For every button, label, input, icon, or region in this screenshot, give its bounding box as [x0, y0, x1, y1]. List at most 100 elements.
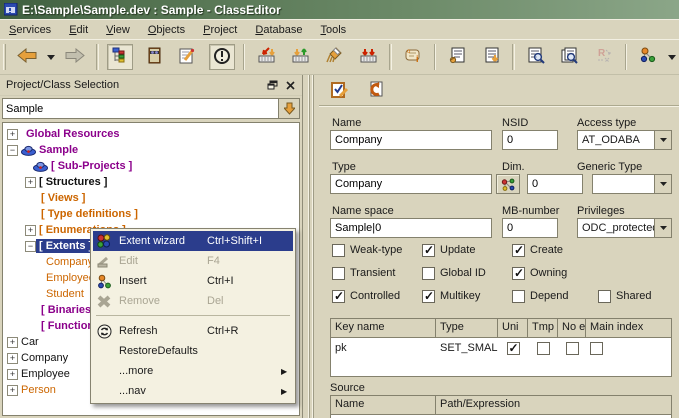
checkbox-icon[interactable] — [422, 267, 435, 280]
chevron-down-icon[interactable] — [654, 175, 671, 193]
access-type-select[interactable]: AT_ODABA — [577, 130, 672, 150]
menu-database[interactable]: Database — [246, 22, 311, 38]
column-header[interactable]: Key name — [331, 319, 436, 337]
type-browse-button[interactable] — [496, 174, 520, 194]
menu-view[interactable]: View — [97, 22, 139, 38]
insert-object-dropdown[interactable] — [666, 44, 678, 70]
update-checkbox[interactable]: Update — [422, 243, 475, 257]
find-document-button[interactable] — [523, 44, 549, 70]
edit-document-button[interactable] — [175, 44, 201, 70]
revert-button[interactable] — [365, 79, 387, 101]
import-all-button[interactable] — [355, 44, 381, 70]
checkbox-icon[interactable] — [332, 267, 345, 280]
expander-icon[interactable] — [7, 145, 18, 156]
expander-icon[interactable] — [25, 177, 36, 188]
import-insert-button[interactable] — [287, 44, 313, 70]
expander-icon[interactable] — [7, 129, 18, 140]
tree-item-sample[interactable]: Sample — [3, 142, 299, 158]
main-index-checkbox[interactable] — [590, 342, 603, 355]
menu-objects[interactable]: Objects — [139, 22, 194, 38]
tree-item-sub-projects[interactable]: [ Sub-Projects ] — [3, 158, 299, 174]
tree-item-type-definitions[interactable]: [ Type definitions ] — [3, 206, 299, 222]
transient-checkbox[interactable]: Transient — [332, 266, 395, 280]
type-field[interactable] — [330, 174, 492, 194]
import-update-button[interactable] — [253, 44, 279, 70]
checkbox-icon[interactable] — [422, 290, 435, 303]
checkbox-icon[interactable] — [332, 290, 345, 303]
owning-checkbox[interactable]: Owning — [512, 266, 567, 280]
apply-check-button[interactable] — [329, 79, 351, 101]
controlled-checkbox[interactable]: Controlled — [332, 289, 400, 303]
clean-button[interactable] — [321, 44, 347, 70]
depend-checkbox[interactable]: Depend — [512, 289, 569, 303]
generic-type-select[interactable] — [592, 174, 672, 194]
unique-checkbox[interactable] — [507, 342, 520, 355]
column-header[interactable]: Path/Expression — [436, 396, 671, 414]
expander-icon[interactable] — [7, 353, 18, 364]
checkbox-icon[interactable] — [422, 244, 435, 257]
locate-object-button[interactable] — [209, 44, 235, 70]
temporary-checkbox[interactable] — [537, 342, 550, 355]
checkbox-icon[interactable] — [598, 290, 611, 303]
no-empty-checkbox[interactable] — [566, 342, 579, 355]
column-header[interactable]: Uni — [498, 319, 528, 337]
name-field[interactable] — [330, 130, 492, 150]
back-history-dropdown[interactable] — [45, 44, 57, 70]
menu-tools[interactable]: Tools — [311, 22, 355, 38]
menu-item-edit[interactable]: Edit F4 — [93, 251, 293, 271]
check-document-button[interactable] — [444, 44, 470, 70]
menu-item-refresh[interactable]: Refresh Ctrl+R — [93, 321, 293, 341]
back-arrow-button[interactable] — [14, 44, 40, 70]
toolbar-grip[interactable] — [3, 44, 6, 70]
key-table-row[interactable]: pk SET_SMAL — [331, 338, 671, 358]
menu-item-nav[interactable]: ...nav ▶ — [93, 381, 293, 401]
global-id-checkbox[interactable]: Global ID — [422, 266, 486, 280]
float-panel-button[interactable] — [264, 78, 280, 92]
expander-icon[interactable] — [25, 225, 36, 236]
expander-icon[interactable] — [25, 241, 36, 252]
mb-number-field[interactable] — [502, 218, 558, 238]
chevron-down-icon[interactable] — [654, 219, 671, 237]
class-filter-input[interactable] — [2, 98, 279, 119]
documentation-book-button[interactable] — [141, 44, 167, 70]
tree-item-structures[interactable]: [ Structures ] — [3, 174, 299, 190]
titlebar[interactable]: E:\Sample\Sample.dev : Sample - ClassEdi… — [0, 0, 679, 20]
column-header[interactable]: Tmp — [528, 319, 558, 337]
privileges-select[interactable]: ODC_protected — [577, 218, 672, 238]
dim-field[interactable] — [527, 174, 583, 194]
column-header[interactable]: No e — [558, 319, 586, 337]
tree-item-views[interactable]: [ Views ] — [3, 190, 299, 206]
panel-splitter[interactable] — [303, 75, 319, 418]
chevron-down-icon[interactable] — [654, 131, 671, 149]
menu-item-insert[interactable]: Insert Ctrl+I — [93, 271, 293, 291]
tree-item-global-resources[interactable]: Global Resources — [3, 126, 299, 142]
checkbox-icon[interactable] — [512, 244, 525, 257]
menu-item-extent-wizard[interactable]: Extent wizard Ctrl+Shift+I — [93, 231, 293, 251]
insert-object-button[interactable] — [635, 44, 661, 70]
class-filter-go-button[interactable] — [279, 98, 300, 119]
class-tree-button[interactable] — [107, 44, 133, 70]
restore-nav-button[interactable]: R — [591, 44, 617, 70]
menu-services[interactable]: Services — [0, 22, 60, 38]
checkbox-icon[interactable] — [332, 244, 345, 257]
save-document-button[interactable] — [478, 44, 504, 70]
menu-item-more[interactable]: ...more ▶ — [93, 361, 293, 381]
nsid-field[interactable] — [502, 130, 558, 150]
forward-arrow-button[interactable] — [62, 44, 88, 70]
menu-item-remove[interactable]: Remove Del — [93, 291, 293, 311]
expander-icon[interactable] — [7, 369, 18, 380]
weak-type-checkbox[interactable]: Weak-type — [332, 243, 402, 257]
menu-edit[interactable]: Edit — [60, 22, 97, 38]
column-header[interactable]: Main index — [586, 319, 671, 337]
column-header[interactable]: Name — [331, 396, 436, 414]
close-panel-button[interactable] — [282, 78, 298, 92]
namespace-field[interactable] — [330, 218, 492, 238]
checkbox-icon[interactable] — [512, 267, 525, 280]
menu-project[interactable]: Project — [194, 22, 246, 38]
expander-icon[interactable] — [7, 385, 18, 396]
multikey-checkbox[interactable]: Multikey — [422, 289, 480, 303]
expander-icon[interactable] — [7, 337, 18, 348]
column-header[interactable]: Type — [436, 319, 498, 337]
script-info-button[interactable]: io — [400, 44, 426, 70]
shared-checkbox[interactable]: Shared — [598, 289, 651, 303]
